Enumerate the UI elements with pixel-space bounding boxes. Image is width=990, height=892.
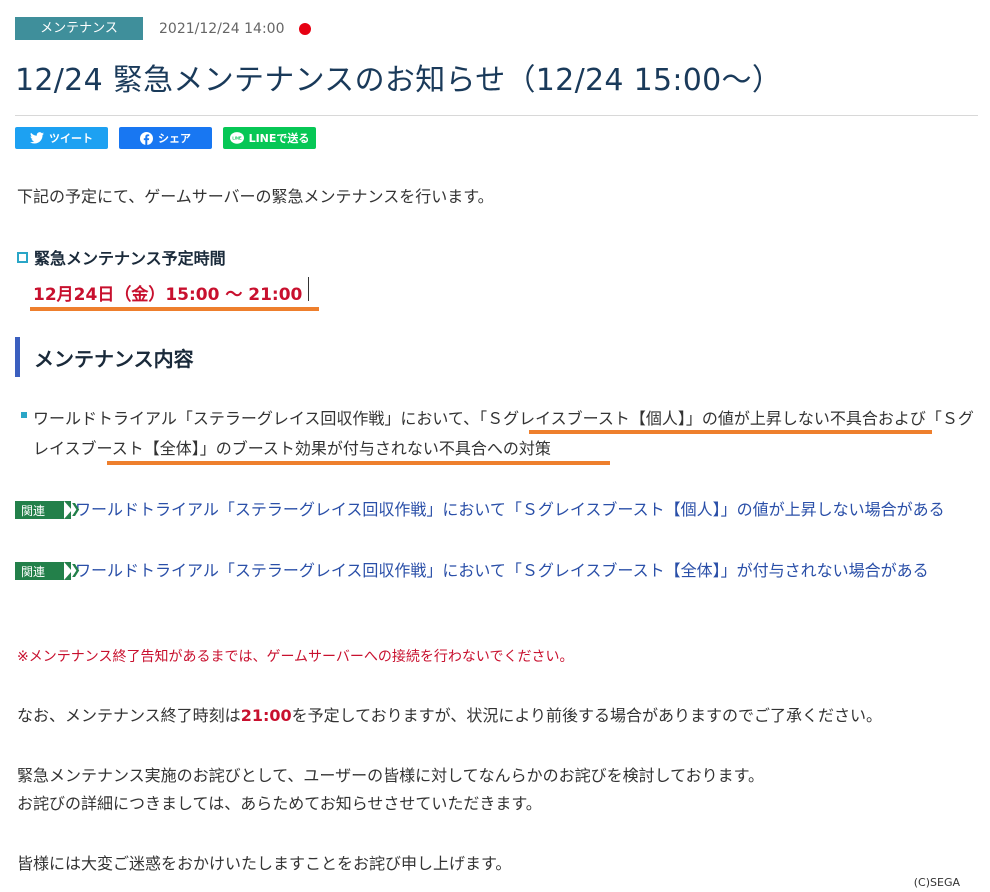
related-link-1[interactable]: ワールドトライアル「ステラーグレイス回収作戦」において「Ｓグレイスブースト【個人… [75,495,945,525]
intro-text: 下記の予定にて、ゲームサーバーの緊急メンテナンスを行います。 [17,187,494,206]
twitter-bird-icon [30,132,44,144]
apology-line-2: お詫びの詳細につきましては、あらためてお知らせさせていただきます。 [17,794,542,813]
end-time-after: を予定しておりますが、状況により前後する場合がありますのでご了承ください。 [291,706,883,725]
new-indicator-icon [298,22,311,35]
schedule-time-underline [30,307,319,311]
line-icon-text: LINE [232,135,242,140]
list-item-text-part2: 合および [861,409,926,428]
end-time-before: なお、メンテナンス終了時刻は [17,706,241,725]
related-tag: 関連 ❯ [15,562,81,580]
schedule-heading: 緊急メンテナンス予定時間 [17,245,226,269]
list-bullet-icon [21,412,27,418]
related-item-2: 関連 ❯ ワールドトライアル「ステラーグレイス回収作戦」において「Ｓグレイスブース… [15,556,978,586]
closing-text: 皆様には大変ご迷惑をおかけいたしますことをお詫び申し上げます。 [17,854,512,873]
list-item-text-part1: ワールドトライアル「ステラーグレイス回収作戦」において、 [33,409,480,428]
share-buttons: ツイート シェア LINE LINEで送る [15,127,316,149]
section-heading: メンテナンス内容 [15,337,194,377]
end-time-note: なお、メンテナンス終了時刻は21:00を予定しておりますが、状況により前後する場… [17,701,882,731]
post-meta: メンテナンス 2021/12/24 14:00 [15,17,311,40]
copyright: (C)SEGA [913,876,960,889]
chevron-right-icon: ❯ [70,563,81,578]
facebook-share-label: シェア [158,132,191,145]
post-date: 2021/12/24 14:00 [159,20,285,37]
highlight-underline-1 [529,430,932,434]
end-time-value: 21:00 [240,706,292,725]
page-title: 12/24 緊急メンテナンスのお知らせ（12/24 15:00～） [15,63,783,98]
schedule-time: 12月24日（金）15:00 ～ 21:00 [33,285,303,305]
title-divider [15,115,978,116]
apology-line-1: 緊急メンテナンス実施のお詫びとして、ユーザーの皆様に対してなんらかのお詫びを検討… [17,766,765,785]
category-badge[interactable]: メンテナンス [15,17,143,40]
highlight-underline-2 [107,461,610,465]
schedule-heading-text: 緊急メンテナンス予定時間 [34,249,226,268]
tweet-button[interactable]: ツイート [15,127,108,149]
square-bullet-icon [17,251,28,263]
line-share-label: LINEで送る [248,132,310,145]
list-item: ワールドトライアル「ステラーグレイス回収作戦」において、「Ｓグレイスブースト【個… [33,404,978,464]
facebook-icon [140,131,153,145]
connection-warning: ※メンテナンス終了告知があるまでは、ゲームサーバーへの接続を行わないでください。 [17,649,574,665]
chevron-right-icon: ❯ [70,502,81,517]
list-item-text-part3: 不具合への対策 [438,439,551,458]
section-heading-text: メンテナンス内容 [34,346,194,371]
facebook-share-button[interactable]: シェア [119,127,212,149]
line-share-button[interactable]: LINE LINEで送る [223,127,316,149]
line-icon: LINE [229,131,244,144]
text-cursor [308,277,309,301]
related-item-1: 関連 ❯ ワールドトライアル「ステラーグレイス回収作戦」において「Ｓグレイスブース… [15,495,978,525]
tweet-label: ツイート [49,132,93,145]
related-tag: 関連 ❯ [15,501,81,519]
list-item-highlight-1: 「Ｓグレイスブースト【個人】」の値が上昇しない不具 [479,409,862,428]
related-link-2[interactable]: ワールドトライアル「ステラーグレイス回収作戦」において「Ｓグレイスブースト【全体… [75,556,929,586]
